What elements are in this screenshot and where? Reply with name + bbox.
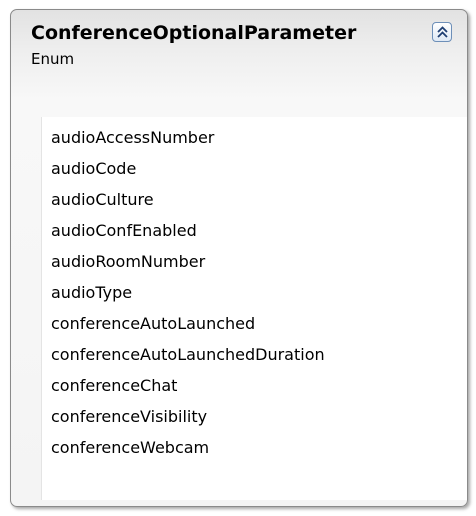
- enum-member[interactable]: audioCode: [51, 159, 136, 179]
- enum-member[interactable]: conferenceAutoLaunchedDuration: [51, 345, 325, 365]
- enum-member[interactable]: audioConfEnabled: [51, 221, 197, 241]
- enum-shape[interactable]: ConferenceOptionalParameter Enum audioAc…: [10, 9, 468, 507]
- enum-title: ConferenceOptionalParameter: [31, 22, 357, 44]
- enum-member[interactable]: conferenceChat: [51, 376, 177, 396]
- enum-member[interactable]: audioAccessNumber: [51, 128, 214, 148]
- enum-kind-label: Enum: [31, 50, 75, 68]
- enum-member[interactable]: conferenceAutoLaunched: [51, 314, 255, 334]
- enum-member[interactable]: audioRoomNumber: [51, 252, 205, 272]
- enum-member[interactable]: conferenceWebcam: [51, 438, 209, 458]
- collapse-button[interactable]: [432, 22, 452, 42]
- double-chevron-up-icon: [437, 26, 448, 38]
- enum-member[interactable]: audioType: [51, 283, 132, 303]
- enum-member[interactable]: conferenceVisibility: [51, 407, 207, 427]
- enum-member[interactable]: audioCulture: [51, 190, 154, 210]
- enum-header: ConferenceOptionalParameter Enum: [11, 10, 467, 98]
- enum-members-list: audioAccessNumber audioCode audioCulture…: [41, 117, 467, 500]
